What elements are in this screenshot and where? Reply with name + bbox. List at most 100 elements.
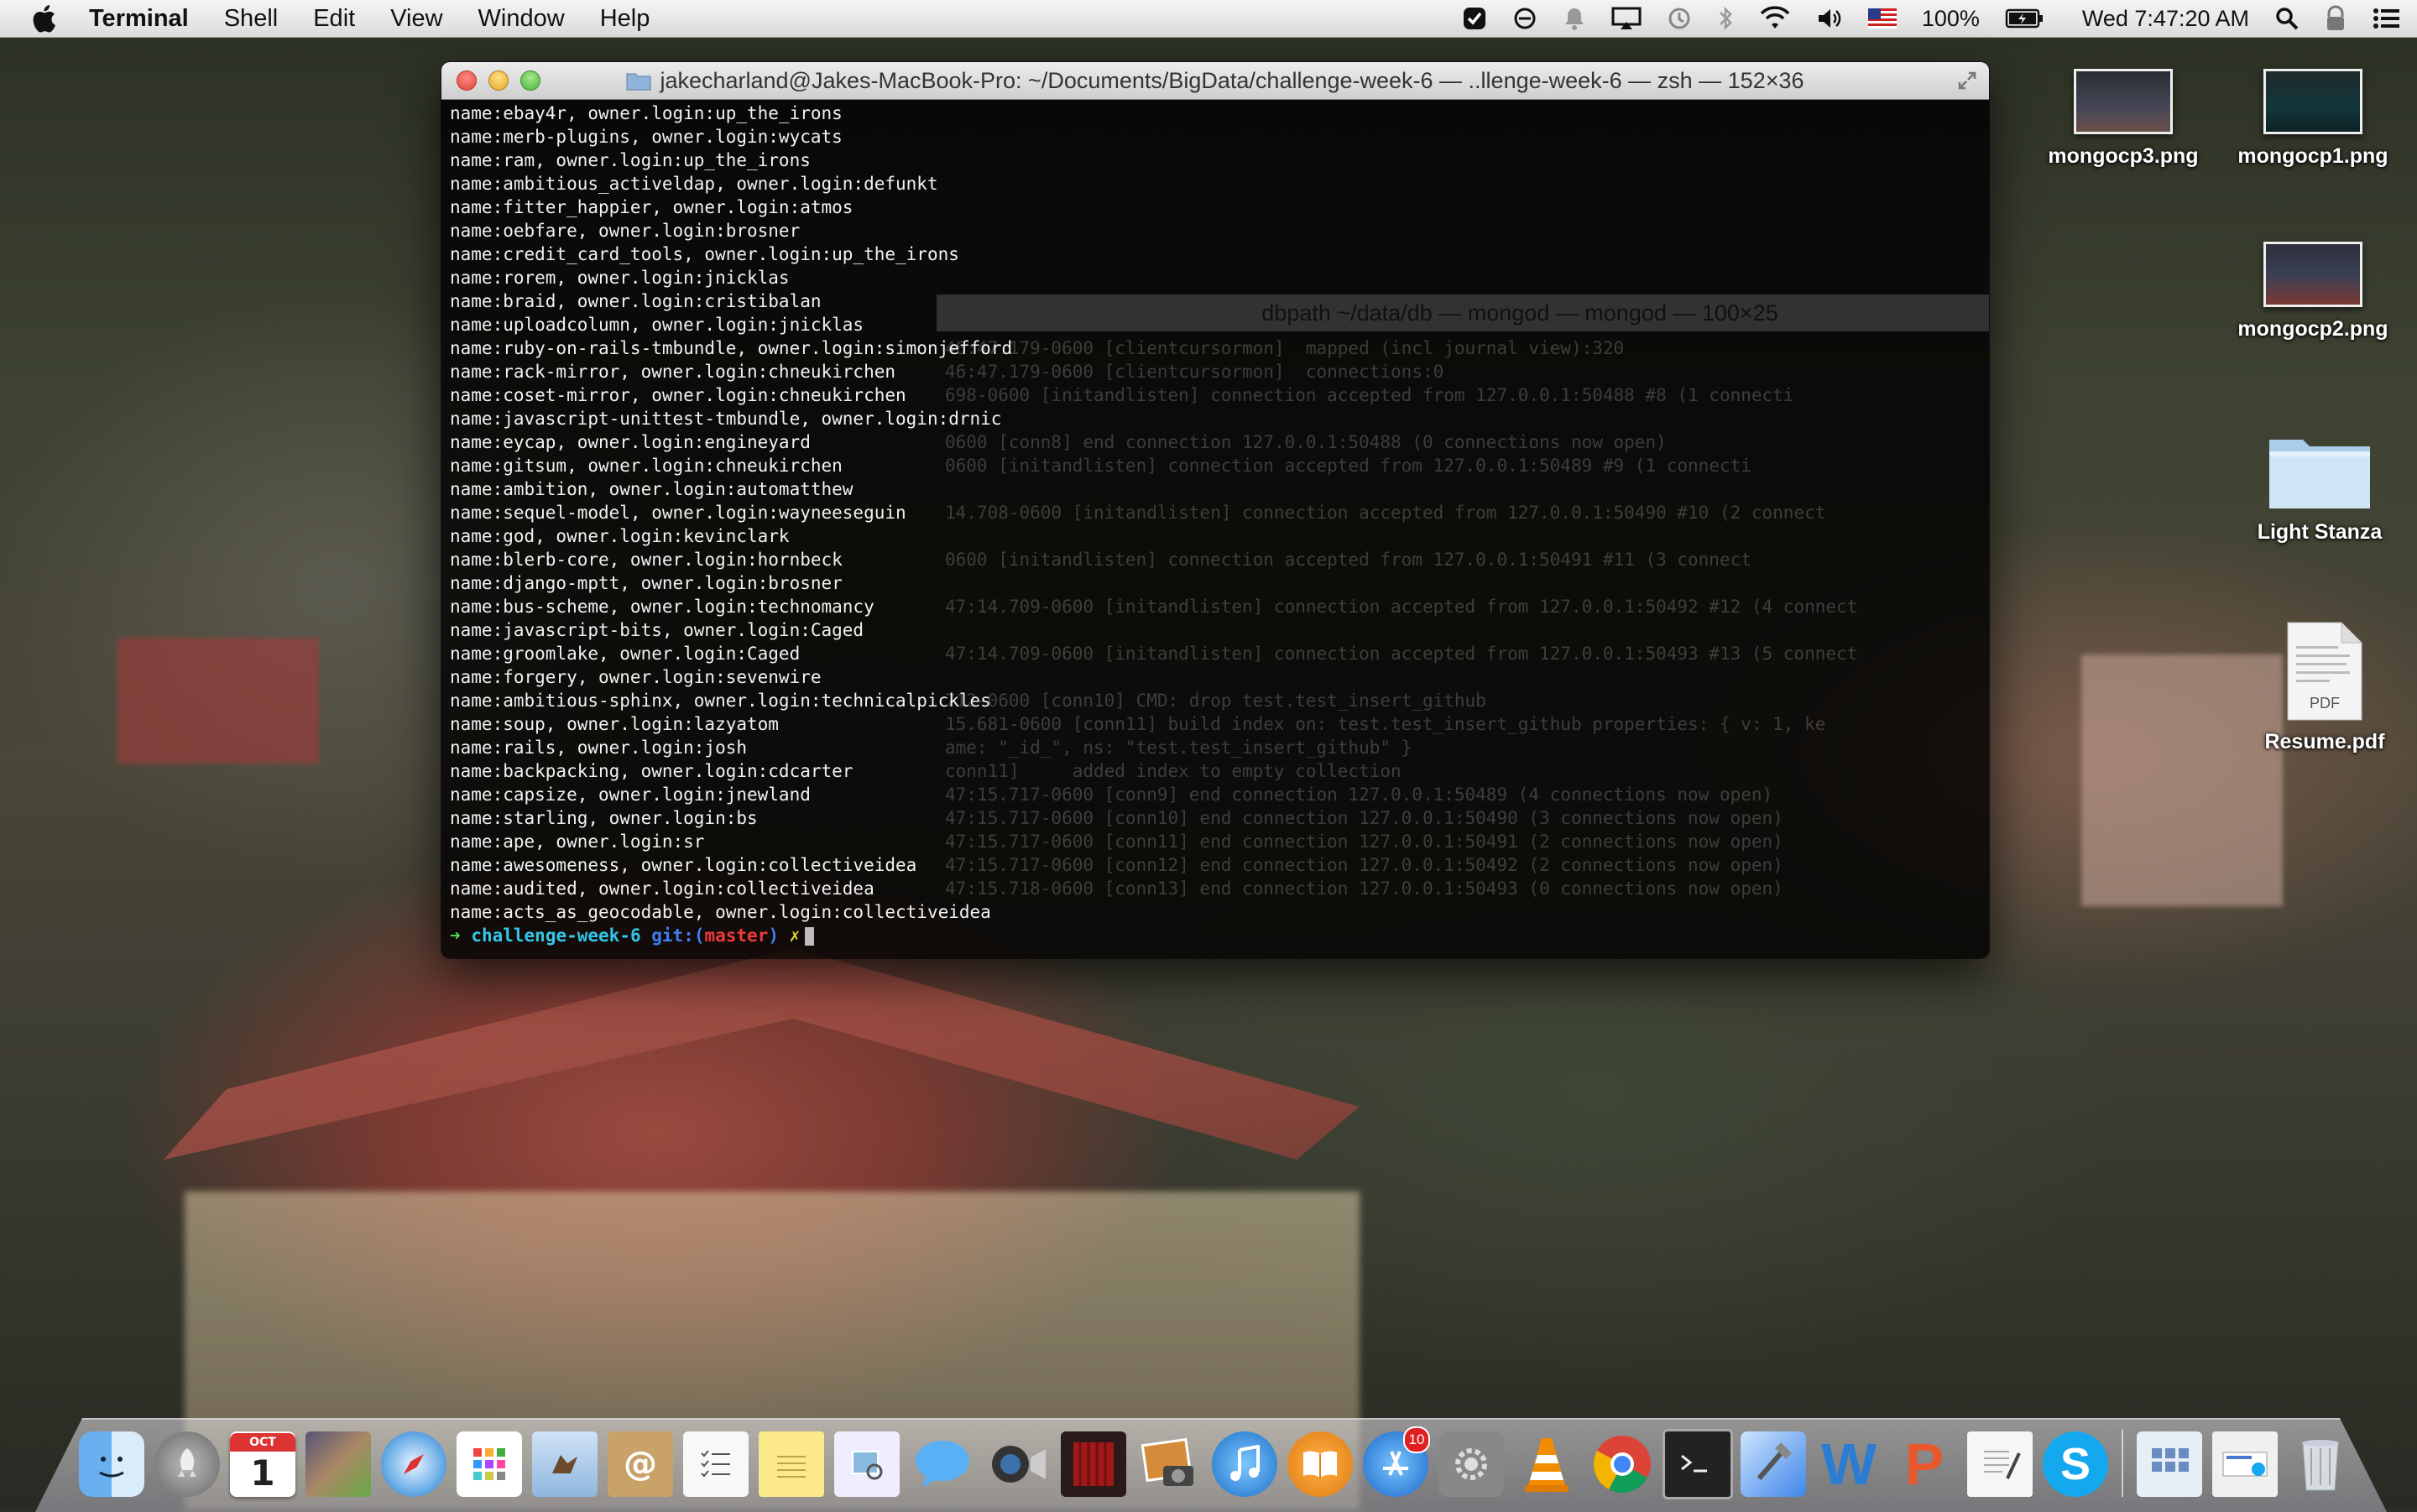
app-store-badge: 10 <box>1403 1426 1430 1453</box>
dock-photo-booth[interactable] <box>1056 1426 1131 1502</box>
dock-launcher-grid[interactable] <box>452 1426 527 1502</box>
desktop-icon-label: Light Stanza <box>2257 520 2383 544</box>
terminal-output-line: name:ruby-on-rails-tmbundle, owner.login… <box>450 338 1013 358</box>
checkbox-status-icon[interactable] <box>1462 6 1487 31</box>
dock-vlc[interactable] <box>1509 1426 1584 1502</box>
dock-terminal[interactable] <box>1660 1426 1736 1502</box>
time-machine-icon[interactable] <box>1667 6 1692 31</box>
speech-bubble-icon <box>910 1431 975 1497</box>
music-note-icon <box>1212 1431 1277 1497</box>
clock[interactable]: Wed 7:47:20 AM <box>2082 6 2249 32</box>
dock-itunes[interactable] <box>1207 1426 1282 1502</box>
dock-contacts[interactable]: @ <box>603 1426 678 1502</box>
dock-mail[interactable] <box>527 1426 603 1502</box>
hammer-icon <box>1741 1431 1806 1497</box>
dock-safari[interactable] <box>376 1426 452 1502</box>
terminal-output-line: name:groomlake, owner.login:Caged <box>450 644 801 664</box>
battery-percent[interactable]: 100% <box>1922 6 1980 32</box>
dock-xcode[interactable] <box>1736 1426 1811 1502</box>
terminal-titlebar[interactable]: jakecharland@Jakes-MacBook-Pro: ~/Docume… <box>441 62 1989 100</box>
photos-icon <box>305 1431 371 1497</box>
sync-status-icon[interactable] <box>1512 6 1537 31</box>
terminal-output-line: name:ambitious_activeldap, owner.login:d… <box>450 174 938 194</box>
menu-shell[interactable]: Shell <box>224 5 279 33</box>
notification-bell-icon[interactable] <box>1563 6 1586 31</box>
zoom-button[interactable] <box>520 70 540 91</box>
dock: OCT 1 @ 10 W P S <box>74 1418 2358 1502</box>
terminal-output-line: name:gitsum, owner.login:chneukirchen <box>450 456 843 476</box>
bluetooth-icon[interactable] <box>1717 6 1734 31</box>
dock-preview[interactable] <box>829 1426 905 1502</box>
dock-system-preferences[interactable] <box>1433 1426 1509 1502</box>
close-button[interactable] <box>457 70 477 91</box>
desktop-icon-light-stanza[interactable]: Light Stanza <box>2236 428 2404 545</box>
terminal-output-line: name:awesomeness, owner.login:collective… <box>450 855 917 875</box>
dock-app-store[interactable]: 10 <box>1358 1426 1433 1502</box>
menu-app-terminal[interactable]: Terminal <box>89 5 189 33</box>
terminal-output-line: name:rails, owner.login:josh <box>450 738 748 758</box>
terminal-output-line: name:ambition, owner.login:automatthew <box>450 479 854 499</box>
notification-center-icon[interactable] <box>2372 6 2400 31</box>
battery-charging-icon[interactable] <box>2005 8 2044 29</box>
dock-finder[interactable] <box>74 1426 149 1502</box>
terminal-output-line: name:starling, owner.login:bs <box>450 808 758 828</box>
dock-skype[interactable]: S <box>2038 1426 2113 1502</box>
terminal-output-line: name:sequel-model, owner.login:wayneeseg… <box>450 503 906 523</box>
dock-downloads-stack[interactable] <box>2207 1426 2283 1502</box>
menu-help[interactable]: Help <box>600 5 650 33</box>
terminal-output-line: name:javascript-unittest-tmbundle, owner… <box>450 409 1002 429</box>
minimize-button[interactable] <box>488 70 509 91</box>
terminal-output-line: name:credit_card_tools, owner.login:up_t… <box>450 244 959 264</box>
dock-word[interactable]: W <box>1811 1426 1887 1502</box>
camera-icon <box>985 1431 1051 1497</box>
dock-applications-stack[interactable] <box>2132 1426 2207 1502</box>
dock-iphoto[interactable] <box>1131 1426 1207 1502</box>
dock-launchpad[interactable] <box>149 1426 225 1502</box>
dock-textedit[interactable] <box>1962 1426 2038 1502</box>
dock-trash[interactable] <box>2283 1426 2358 1502</box>
desktop-icon-mongocp2[interactable]: mongocp2.png <box>2229 242 2397 342</box>
desktop-icon-mongocp1[interactable]: mongocp1.png <box>2229 69 2397 169</box>
menu-bar: Terminal Shell Edit View Window Help 100… <box>0 0 2417 38</box>
volume-icon[interactable] <box>1816 6 1843 31</box>
apple-icon[interactable] <box>29 3 59 34</box>
window-title: jakecharland@Jakes-MacBook-Pro: ~/Docume… <box>660 67 1804 93</box>
dock-chrome[interactable] <box>1584 1426 1660 1502</box>
calendar-day: 1 <box>250 1452 275 1494</box>
terminal-output-line: name:ape, owner.login:sr <box>450 832 705 852</box>
folder-icon[interactable] <box>626 70 651 91</box>
terminal-window[interactable]: jakecharland@Jakes-MacBook-Pro: ~/Docume… <box>441 62 1989 958</box>
applications-stack-icon <box>2137 1431 2202 1497</box>
desktop-icon-mongocp3[interactable]: mongocp3.png <box>2039 69 2207 169</box>
dock-calendar[interactable]: OCT 1 <box>225 1426 300 1502</box>
terminal-output-line: name:uploadcolumn, owner.login:jnicklas <box>450 315 864 335</box>
menu-view[interactable]: View <box>390 5 442 33</box>
dock-powerpoint[interactable]: P <box>1887 1426 1962 1502</box>
desktop-icon-resume-pdf[interactable]: PDF Resume.pdf <box>2241 621 2409 754</box>
gear-icon <box>1438 1431 1504 1497</box>
wifi-icon[interactable] <box>1759 6 1791 31</box>
fullscreen-icon[interactable] <box>1957 70 1977 91</box>
dock-photo-browser[interactable] <box>300 1426 376 1502</box>
dock-facetime[interactable] <box>980 1426 1056 1502</box>
dock-reminders[interactable] <box>678 1426 754 1502</box>
dock-ibooks[interactable] <box>1282 1426 1358 1502</box>
dock-notes[interactable] <box>754 1426 829 1502</box>
folder-icon <box>2266 428 2373 512</box>
user-lock-icon[interactable] <box>2325 5 2347 32</box>
prompt-dirty-marker: ✗ <box>789 925 801 946</box>
curtain-icon <box>1061 1431 1126 1497</box>
dock-messages[interactable] <box>905 1426 980 1502</box>
terminal-output-line: name:rorem, owner.login:jnicklas <box>450 268 790 288</box>
terminal-output-line: name:coset-mirror, owner.login:chneukirc… <box>450 385 906 405</box>
trash-icon <box>2288 1431 2353 1497</box>
prompt-git-close: ) <box>768 925 779 946</box>
shell-prompt[interactable]: ➜ challenge-week-6 git:(master) ✗ <box>450 924 1981 947</box>
terminal-output-line: name:django-mptt, owner.login:brosner <box>450 573 843 593</box>
spotlight-search-icon[interactable] <box>2274 6 2300 31</box>
menu-window[interactable]: Window <box>478 5 565 33</box>
menu-edit[interactable]: Edit <box>313 5 355 33</box>
us-flag-input-icon[interactable] <box>1867 8 1897 29</box>
airplay-icon[interactable] <box>1611 6 1642 31</box>
terminal-content[interactable]: dbpath ~/data/db — mongod — mongod — 100… <box>441 100 1989 958</box>
